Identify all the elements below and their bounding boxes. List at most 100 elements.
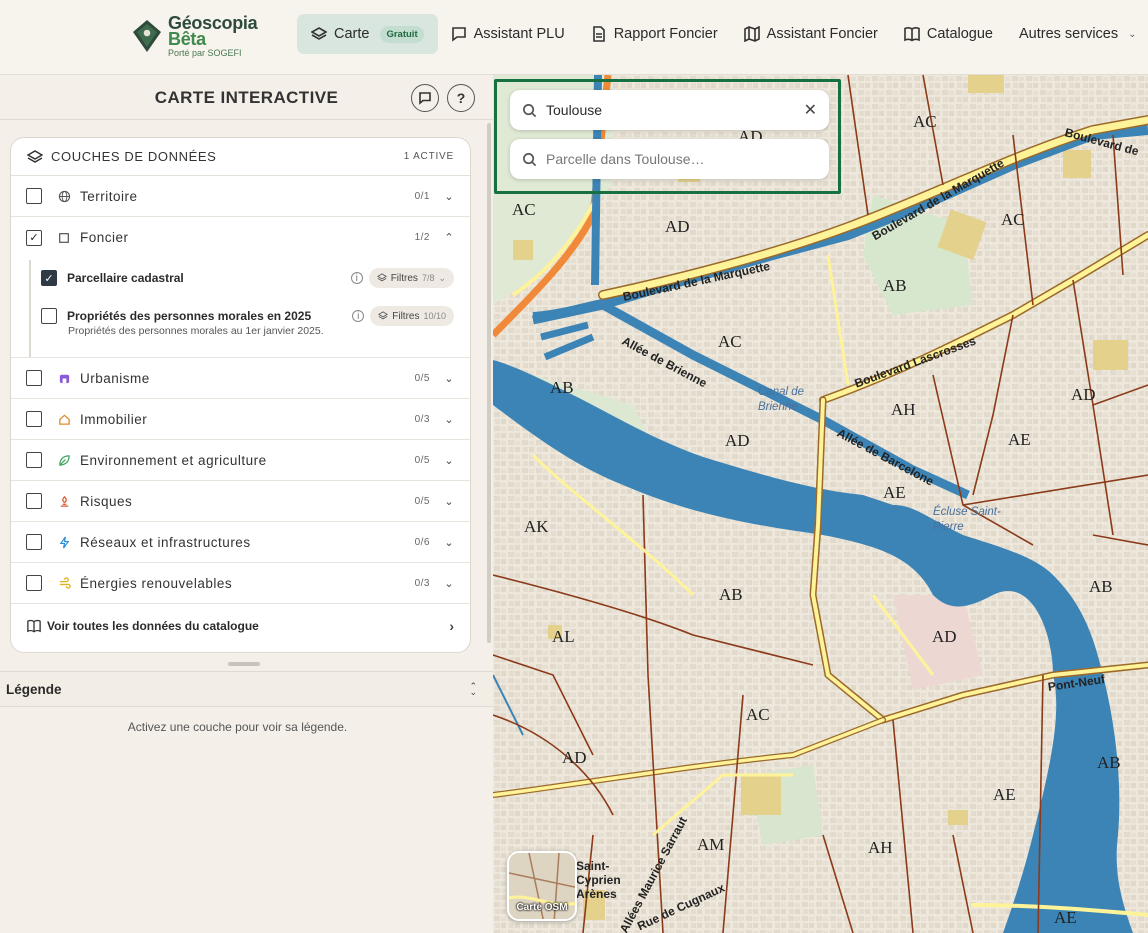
- house-icon: [56, 411, 72, 427]
- checkbox-checked[interactable]: ✓: [41, 270, 57, 286]
- nav-item-catalogue[interactable]: Catalogue: [891, 14, 1006, 54]
- parcel-search-placeholder: Parcelle dans Toulouse…: [546, 151, 705, 167]
- wind-icon: [56, 575, 72, 591]
- nav-item-carte[interactable]: Carte Gratuit: [297, 14, 438, 54]
- close-icon[interactable]: ✕: [804, 100, 817, 120]
- layer-group-count: 0/6: [414, 536, 430, 548]
- checkbox[interactable]: [26, 534, 42, 550]
- layers-icon: [376, 273, 387, 282]
- section-label: AB: [1097, 753, 1121, 772]
- active-count: 1 ACTIVE: [403, 151, 454, 162]
- chevron-right-icon: ›: [449, 618, 454, 634]
- info-icon[interactable]: i: [350, 272, 363, 284]
- section-label: AH: [868, 838, 893, 857]
- checkbox[interactable]: [26, 411, 42, 427]
- chevron-up-icon[interactable]: ⌃: [444, 231, 454, 244]
- layer-group-label: Énergies renouvelables: [80, 575, 233, 591]
- logo-icon: [133, 20, 161, 52]
- filters-button[interactable]: Filtres 7/8 ⌄: [368, 268, 454, 288]
- nav-item-autres-services[interactable]: Autres services ⌄: [1006, 14, 1148, 54]
- feedback-button[interactable]: [411, 84, 439, 112]
- nav-item-assistant-foncier[interactable]: Assistant Foncier: [731, 14, 891, 54]
- checkbox[interactable]: [26, 188, 42, 204]
- layer-group-energies[interactable]: Énergies renouvelables 0/3 ⌄: [11, 563, 470, 604]
- section-label: AB: [883, 276, 907, 295]
- expand-collapse-icon[interactable]: ⌃ ⌄: [469, 681, 477, 696]
- section-label: AC: [512, 200, 536, 219]
- panel-header: CARTE INTERACTIVE ?: [0, 75, 493, 120]
- help-button[interactable]: ?: [447, 84, 475, 112]
- foncier-sublayers: ✓ Parcellaire cadastral i Filtres 7/8 ⌄ …: [11, 260, 470, 358]
- map-canvas[interactable]: [493, 75, 1148, 933]
- layer-group-immobilier[interactable]: Immobilier 0/3 ⌄: [11, 399, 470, 440]
- layers-icon: [27, 149, 43, 163]
- chevron-down-icon[interactable]: ⌄: [444, 536, 454, 549]
- city-search-input[interactable]: Toulouse ✕: [510, 90, 829, 130]
- building-icon: [56, 370, 72, 386]
- chevron-down-icon[interactable]: ⌄: [444, 190, 454, 203]
- section-label: AB: [1089, 577, 1113, 596]
- water-label: Canal de Brienne: [758, 386, 805, 413]
- free-badge: Gratuit: [380, 25, 424, 43]
- nav-item-assistant-plu[interactable]: Assistant PLU: [438, 14, 578, 54]
- checkbox[interactable]: [26, 575, 42, 591]
- brand-logo[interactable]: Géoscopia Bêta Porté par SOGEFI: [132, 14, 258, 58]
- panel-scrollbar[interactable]: [487, 123, 491, 643]
- chevron-down-icon[interactable]: ⌄: [444, 577, 454, 590]
- chevron-down-icon[interactable]: ⌄: [444, 495, 454, 508]
- info-icon[interactable]: i: [352, 310, 365, 322]
- section-label: AC: [1001, 210, 1025, 229]
- section-label: AE: [883, 483, 906, 502]
- filters-label: Filtres: [392, 310, 420, 322]
- layer-group-environnement[interactable]: Environnement et agriculture 0/5 ⌄: [11, 440, 470, 481]
- nav-item-rapport-foncier[interactable]: Rapport Foncier: [578, 14, 731, 54]
- layer-group-label: Territoire: [80, 188, 138, 204]
- layer-group-urbanisme[interactable]: Urbanisme 0/5 ⌄: [11, 358, 470, 399]
- chevron-down-icon[interactable]: ⌄: [444, 454, 454, 467]
- legend-title: Légende: [6, 681, 62, 697]
- section-label: AE: [993, 785, 1016, 804]
- layer-group-count: 0/5: [414, 495, 430, 507]
- side-panel: CARTE INTERACTIVE ? COUCHES DE DONNÉES 1…: [0, 75, 493, 933]
- layers-card: COUCHES DE DONNÉES 1 ACTIVE Territoire 0…: [10, 137, 471, 653]
- nav-label: Rapport Foncier: [613, 26, 718, 42]
- legend-header[interactable]: Légende ⌃ ⌄: [0, 671, 493, 707]
- filters-count: 10/10: [423, 311, 446, 321]
- sublayer-parcellaire[interactable]: ✓ Parcellaire cadastral i Filtres 7/8 ⌄: [41, 260, 470, 296]
- section-label: AM: [697, 835, 725, 854]
- interactive-map[interactable]: AC AD AC AD AC AB AC AB AH AD AE AD AE A…: [493, 75, 1148, 933]
- filters-button[interactable]: Filtres 10/10: [370, 306, 454, 326]
- place-label: Saint-Cyprien Arènes: [576, 859, 621, 901]
- sublayer-description: Propriétés des personnes morales au 1er …: [68, 325, 324, 337]
- checkbox[interactable]: [41, 308, 57, 324]
- section-label: AD: [1071, 385, 1096, 404]
- layer-group-foncier[interactable]: ✓ Foncier 1/2 ⌃: [11, 217, 470, 258]
- section-label: AB: [550, 378, 574, 397]
- parcel-search-input[interactable]: Parcelle dans Toulouse…: [510, 139, 829, 179]
- filters-count: 7/8: [421, 273, 435, 283]
- layer-group-label: Risques: [80, 493, 133, 509]
- section-label: AD: [932, 627, 957, 646]
- layer-group-territoire[interactable]: Territoire 0/1 ⌄: [11, 176, 470, 217]
- layer-group-reseaux[interactable]: Réseaux et infrastructures 0/6 ⌄: [11, 522, 470, 563]
- layer-group-label: Foncier: [80, 230, 129, 245]
- layer-group-risques[interactable]: Risques 0/5 ⌄: [11, 481, 470, 522]
- layer-group-count: 0/3: [414, 577, 430, 589]
- checkbox[interactable]: [26, 370, 42, 386]
- globe-icon: [56, 188, 72, 204]
- book-icon: [904, 27, 920, 42]
- basemap-switch-button[interactable]: Carte OSM: [507, 851, 577, 921]
- catalog-link[interactable]: Voir toutes les données du catalogue ›: [11, 604, 470, 648]
- checkbox[interactable]: [26, 452, 42, 468]
- nav-label: Assistant Foncier: [766, 26, 878, 42]
- checkbox[interactable]: [26, 493, 42, 509]
- book-icon: [27, 619, 41, 633]
- layer-group-label: Environnement et agriculture: [80, 452, 267, 468]
- checkbox-checked[interactable]: ✓: [26, 229, 42, 246]
- chevron-down-icon[interactable]: ⌄: [444, 372, 454, 385]
- section-label: AE: [1008, 430, 1031, 449]
- chevron-down-icon[interactable]: ⌄: [444, 413, 454, 426]
- top-navigation-bar: Géoscopia Bêta Porté par SOGEFI Carte Gr…: [0, 0, 1148, 75]
- layers-icon: [378, 311, 389, 320]
- resize-handle[interactable]: [228, 662, 260, 666]
